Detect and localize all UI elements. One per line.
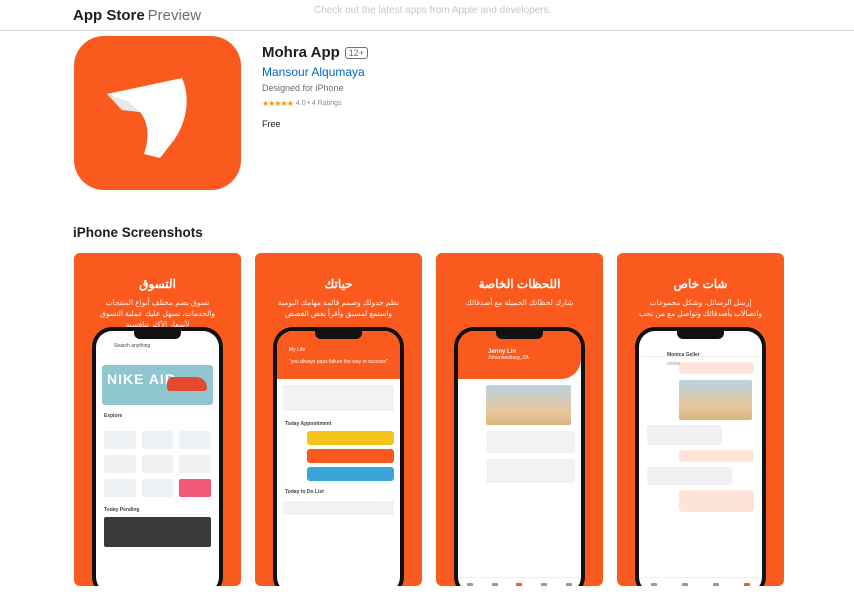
phone-mockup: Monica Geller online [635,327,766,586]
todo-item [283,501,394,515]
category-grid [104,431,211,497]
pending-image [104,517,211,547]
todo-label: Today to Do List [285,489,324,495]
screenshot-moments[interactable]: اللحظات الخاصة شارك لحظاتك الجميلة مع أص… [436,253,603,586]
screenshot-subtitle: تسوق يضم مختلف أنواع المنتجات والخدمات، … [100,298,215,329]
screenshot-title: حياتك [324,277,353,291]
chat-bubble [647,467,732,485]
post-text [486,431,575,453]
life-quote: "you always pass failure the way to succ… [289,359,388,365]
post-text [486,459,575,483]
appointment-card [307,467,394,481]
top-banner: Check out the latest apps from Apple and… [314,5,552,16]
star-rating-icon: ★★★★★ [262,99,294,108]
chat-bubble [679,450,754,462]
today-appointment-label: Today Appointment [285,421,332,427]
chat-bubble [679,490,754,512]
horse-head-icon [107,78,187,158]
phone-notch [134,331,181,339]
chat-contact: Monica Geller [667,352,700,358]
hero-banner: NIKE AIR [102,365,213,405]
profile-place: Johannesburg, ZA [488,355,529,361]
screenshot-gallery[interactable]: التسوق تسوق يضم مختلف أنواع المنتجات وال… [74,253,784,586]
phone-screen: Jenny Lin Johannesburg, ZA [458,331,581,586]
today-pending-label: Today Pending [104,507,140,513]
screenshot-subtitle: شارك لحظاتك الجميلة مع أصدقائك [465,298,574,307]
age-rating-badge: 12+ [344,46,369,59]
appointment-card [307,449,394,463]
phone-screen: Search anything NIKE AIR Explore Today P… [96,331,219,586]
chat-bubble [679,362,754,374]
screenshot-subtitle: إرسل الرسائل، وشكل مجموعات واتصالات بأصد… [638,298,763,318]
appointment-card [307,431,394,445]
designed-for: Designed for iPhone [262,83,344,93]
screenshot-chat[interactable]: شات خاص إرسل الرسائل، وشكل مجموعات واتصا… [617,253,784,586]
phone-mockup: Jenny Lin Johannesburg, ZA [454,327,585,586]
screenshot-subtitle: نظم جدولك وصمم قائمة مهامك اليومية واستم… [278,298,399,318]
tab-bar [458,577,581,586]
phone-screen: Monica Geller online [639,331,762,586]
app-info: Mohra App 12+ Mansour Alqumaya Designed … [262,44,369,129]
phone-mockup: My Life "you always pass failure the way… [273,327,404,586]
screenshot-shopping[interactable]: التسوق تسوق يضم مختلف أنواع المنتجات وال… [74,253,241,586]
phone-notch [496,331,543,339]
post-photo [486,385,571,425]
stats-card [283,385,394,411]
phone-notch [677,331,724,339]
life-title: My Life [289,347,306,353]
developer-link[interactable]: Mansour Alqumaya [262,65,368,79]
rating-text: 4.0 • 4 Ratings [295,100,342,107]
top-bar: App Store Preview Check out the latest ap… [0,0,854,31]
brand-title[interactable]: App Store Preview [73,7,201,24]
phone-screen: My Life "you always pass failure the way… [277,331,400,586]
chat-bubble [647,425,722,445]
search-placeholder: Search anything [114,343,151,349]
screenshot-title: اللحظات الخاصة [478,277,561,291]
shoe-image [167,377,207,391]
app-icon [74,36,241,190]
rating: ★★★★★ 4.0 • 4 Ratings [262,99,368,108]
app-title: Mohra App 12+ [262,44,369,61]
hero-text: NIKE AIR [107,371,176,387]
screenshot-title: شات خاص [673,277,728,291]
chat-input-bar [639,577,762,586]
phone-notch [315,331,362,339]
chat-photo [679,380,752,420]
price: Free [262,119,281,129]
phone-mockup: Search anything NIKE AIR Explore Today P… [92,327,223,586]
screenshot-title: التسوق [139,277,176,291]
section-title: iPhone Screenshots [73,225,203,240]
screenshot-life[interactable]: حياتك نظم جدولك وصمم قائمة مهامك اليومية… [255,253,422,586]
explore-label: Explore [104,413,123,419]
